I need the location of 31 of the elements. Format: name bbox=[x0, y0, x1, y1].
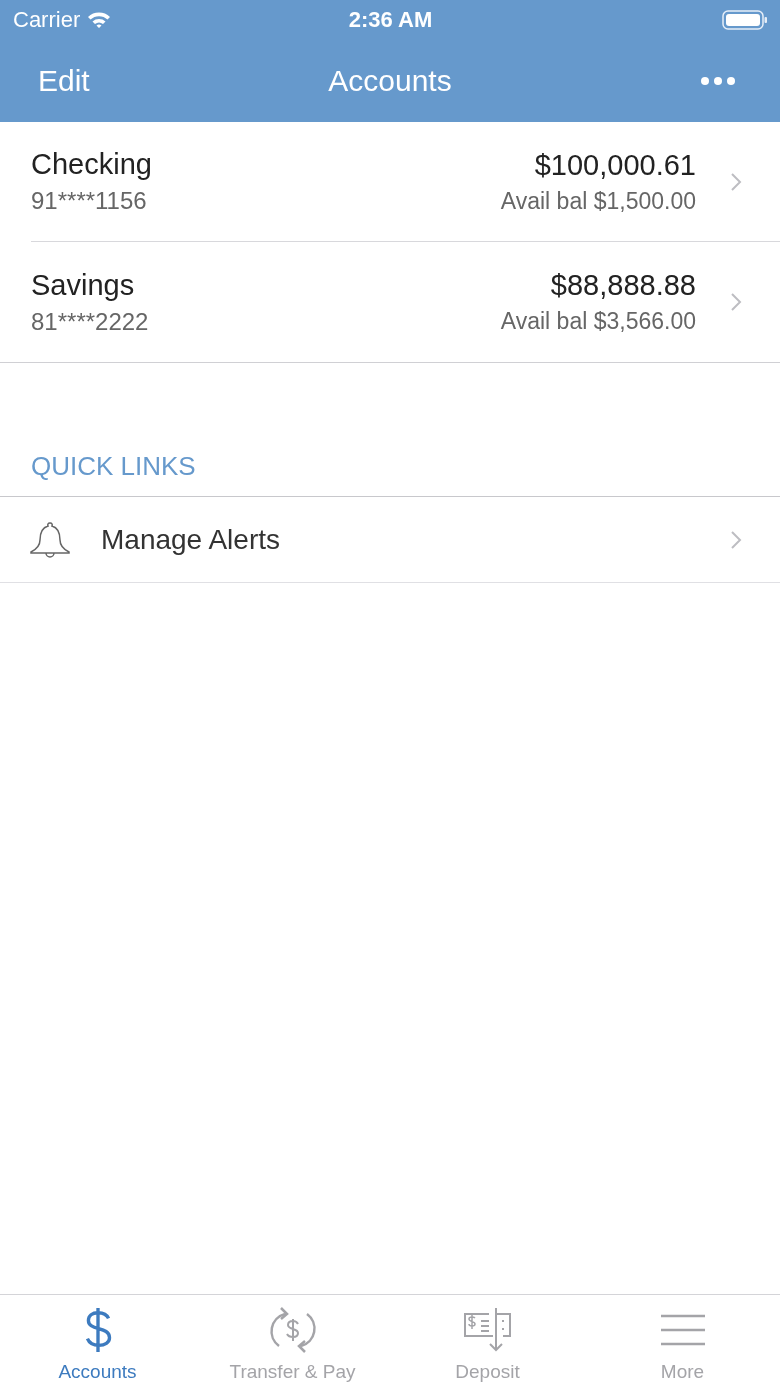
quick-link-label: Manage Alerts bbox=[101, 523, 281, 556]
quick-link-row[interactable]: Manage Alerts bbox=[0, 497, 780, 583]
clock-time: 2:36 AM bbox=[348, 7, 433, 33]
available-balance: Avail bal $1,500.00 bbox=[500, 187, 696, 215]
tab-item[interactable]: Transfer & Pay bbox=[195, 1295, 390, 1387]
chevron-icon bbox=[730, 529, 742, 550]
account-row[interactable]: Checking 91****1156 $100,000.61 Avail bal $1,500.00 bbox=[31, 122, 780, 242]
screen-title: Accounts bbox=[327, 64, 453, 98]
exchange-icon bbox=[268, 1306, 317, 1354]
account-name: Savings bbox=[31, 268, 136, 302]
tab-item[interactable]: More bbox=[585, 1295, 780, 1387]
wifi-icon bbox=[86, 10, 113, 30]
bell-icon bbox=[29, 520, 71, 559]
check-deposit-icon bbox=[462, 1306, 513, 1354]
account-number: 81****2222 bbox=[31, 307, 150, 336]
chevron-icon bbox=[730, 292, 742, 312]
account-number: 91****1156 bbox=[31, 187, 148, 215]
chevron-icon bbox=[730, 171, 742, 192]
section-heading: QUICK LINKS bbox=[0, 451, 780, 497]
battery-icon bbox=[722, 9, 768, 31]
account-name: Checking bbox=[31, 148, 153, 181]
more-icon[interactable] bbox=[700, 76, 736, 86]
menu-icon bbox=[659, 1313, 706, 1347]
account-row[interactable]: Savings 81****2222 $88,888.88 Avail bal $3,566.00 bbox=[31, 242, 780, 362]
edit-button[interactable]: Edit bbox=[0, 64, 200, 98]
available-balance: Avail bal $3,566.00 bbox=[500, 308, 696, 335]
tab-item[interactable]: Deposit bbox=[390, 1295, 585, 1387]
account-balance: $88,888.88 bbox=[549, 269, 696, 302]
carrier-name: Carrier bbox=[13, 7, 81, 33]
account-balance: $100,000.61 bbox=[533, 148, 696, 182]
tab-item[interactable]: Accounts bbox=[0, 1295, 195, 1387]
